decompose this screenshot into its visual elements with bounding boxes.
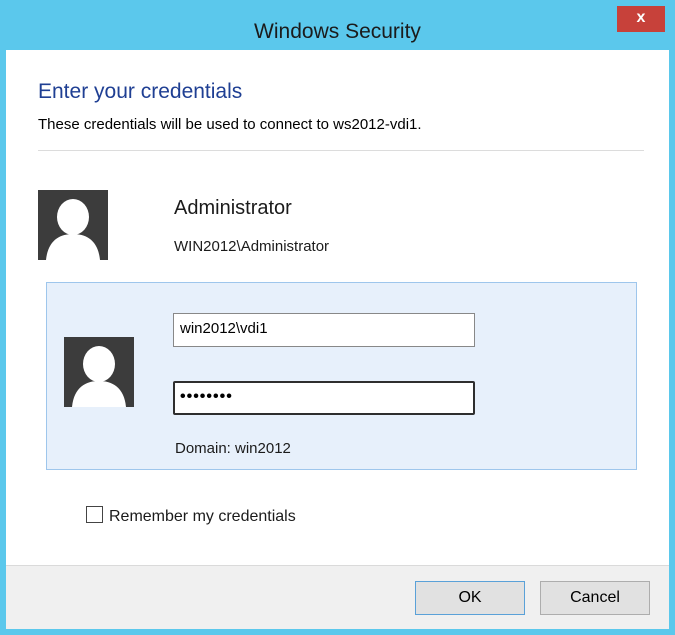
divider <box>38 150 644 151</box>
username-field[interactable]: win2012\vdi1 <box>173 313 475 347</box>
dialog-body: Enter your credentials These credentials… <box>6 50 669 565</box>
button-bar: OK Cancel <box>6 565 669 629</box>
window-title: Windows Security <box>254 20 421 43</box>
remember-credentials-label[interactable]: Remember my credentials <box>109 508 296 525</box>
user-avatar-icon <box>64 337 134 407</box>
remember-credentials-option[interactable]: Remember my credentials <box>86 506 296 526</box>
dialog-heading: Enter your credentials <box>38 80 243 103</box>
credential-tile-selected[interactable]: win2012\vdi1 •••••••• Domain: win2012 <box>46 282 637 470</box>
title-bar[interactable]: Windows Security x <box>6 6 669 56</box>
close-button[interactable]: x <box>617 6 665 32</box>
password-field[interactable]: •••••••• <box>173 381 475 415</box>
domain-label: Domain: win2012 <box>175 440 291 457</box>
account-qualified-name: WIN2012\Administrator <box>174 238 330 255</box>
cancel-button[interactable]: Cancel <box>540 581 650 615</box>
dialog-description: These credentials will be used to connec… <box>38 116 422 133</box>
remember-credentials-checkbox[interactable] <box>86 506 103 524</box>
user-avatar-icon[interactable] <box>38 190 108 260</box>
windows-security-dialog: Windows Security x Enter your credential… <box>0 0 675 635</box>
account-display-name[interactable]: Administrator <box>174 197 292 220</box>
close-icon: x <box>636 9 646 26</box>
ok-button[interactable]: OK <box>415 581 525 615</box>
